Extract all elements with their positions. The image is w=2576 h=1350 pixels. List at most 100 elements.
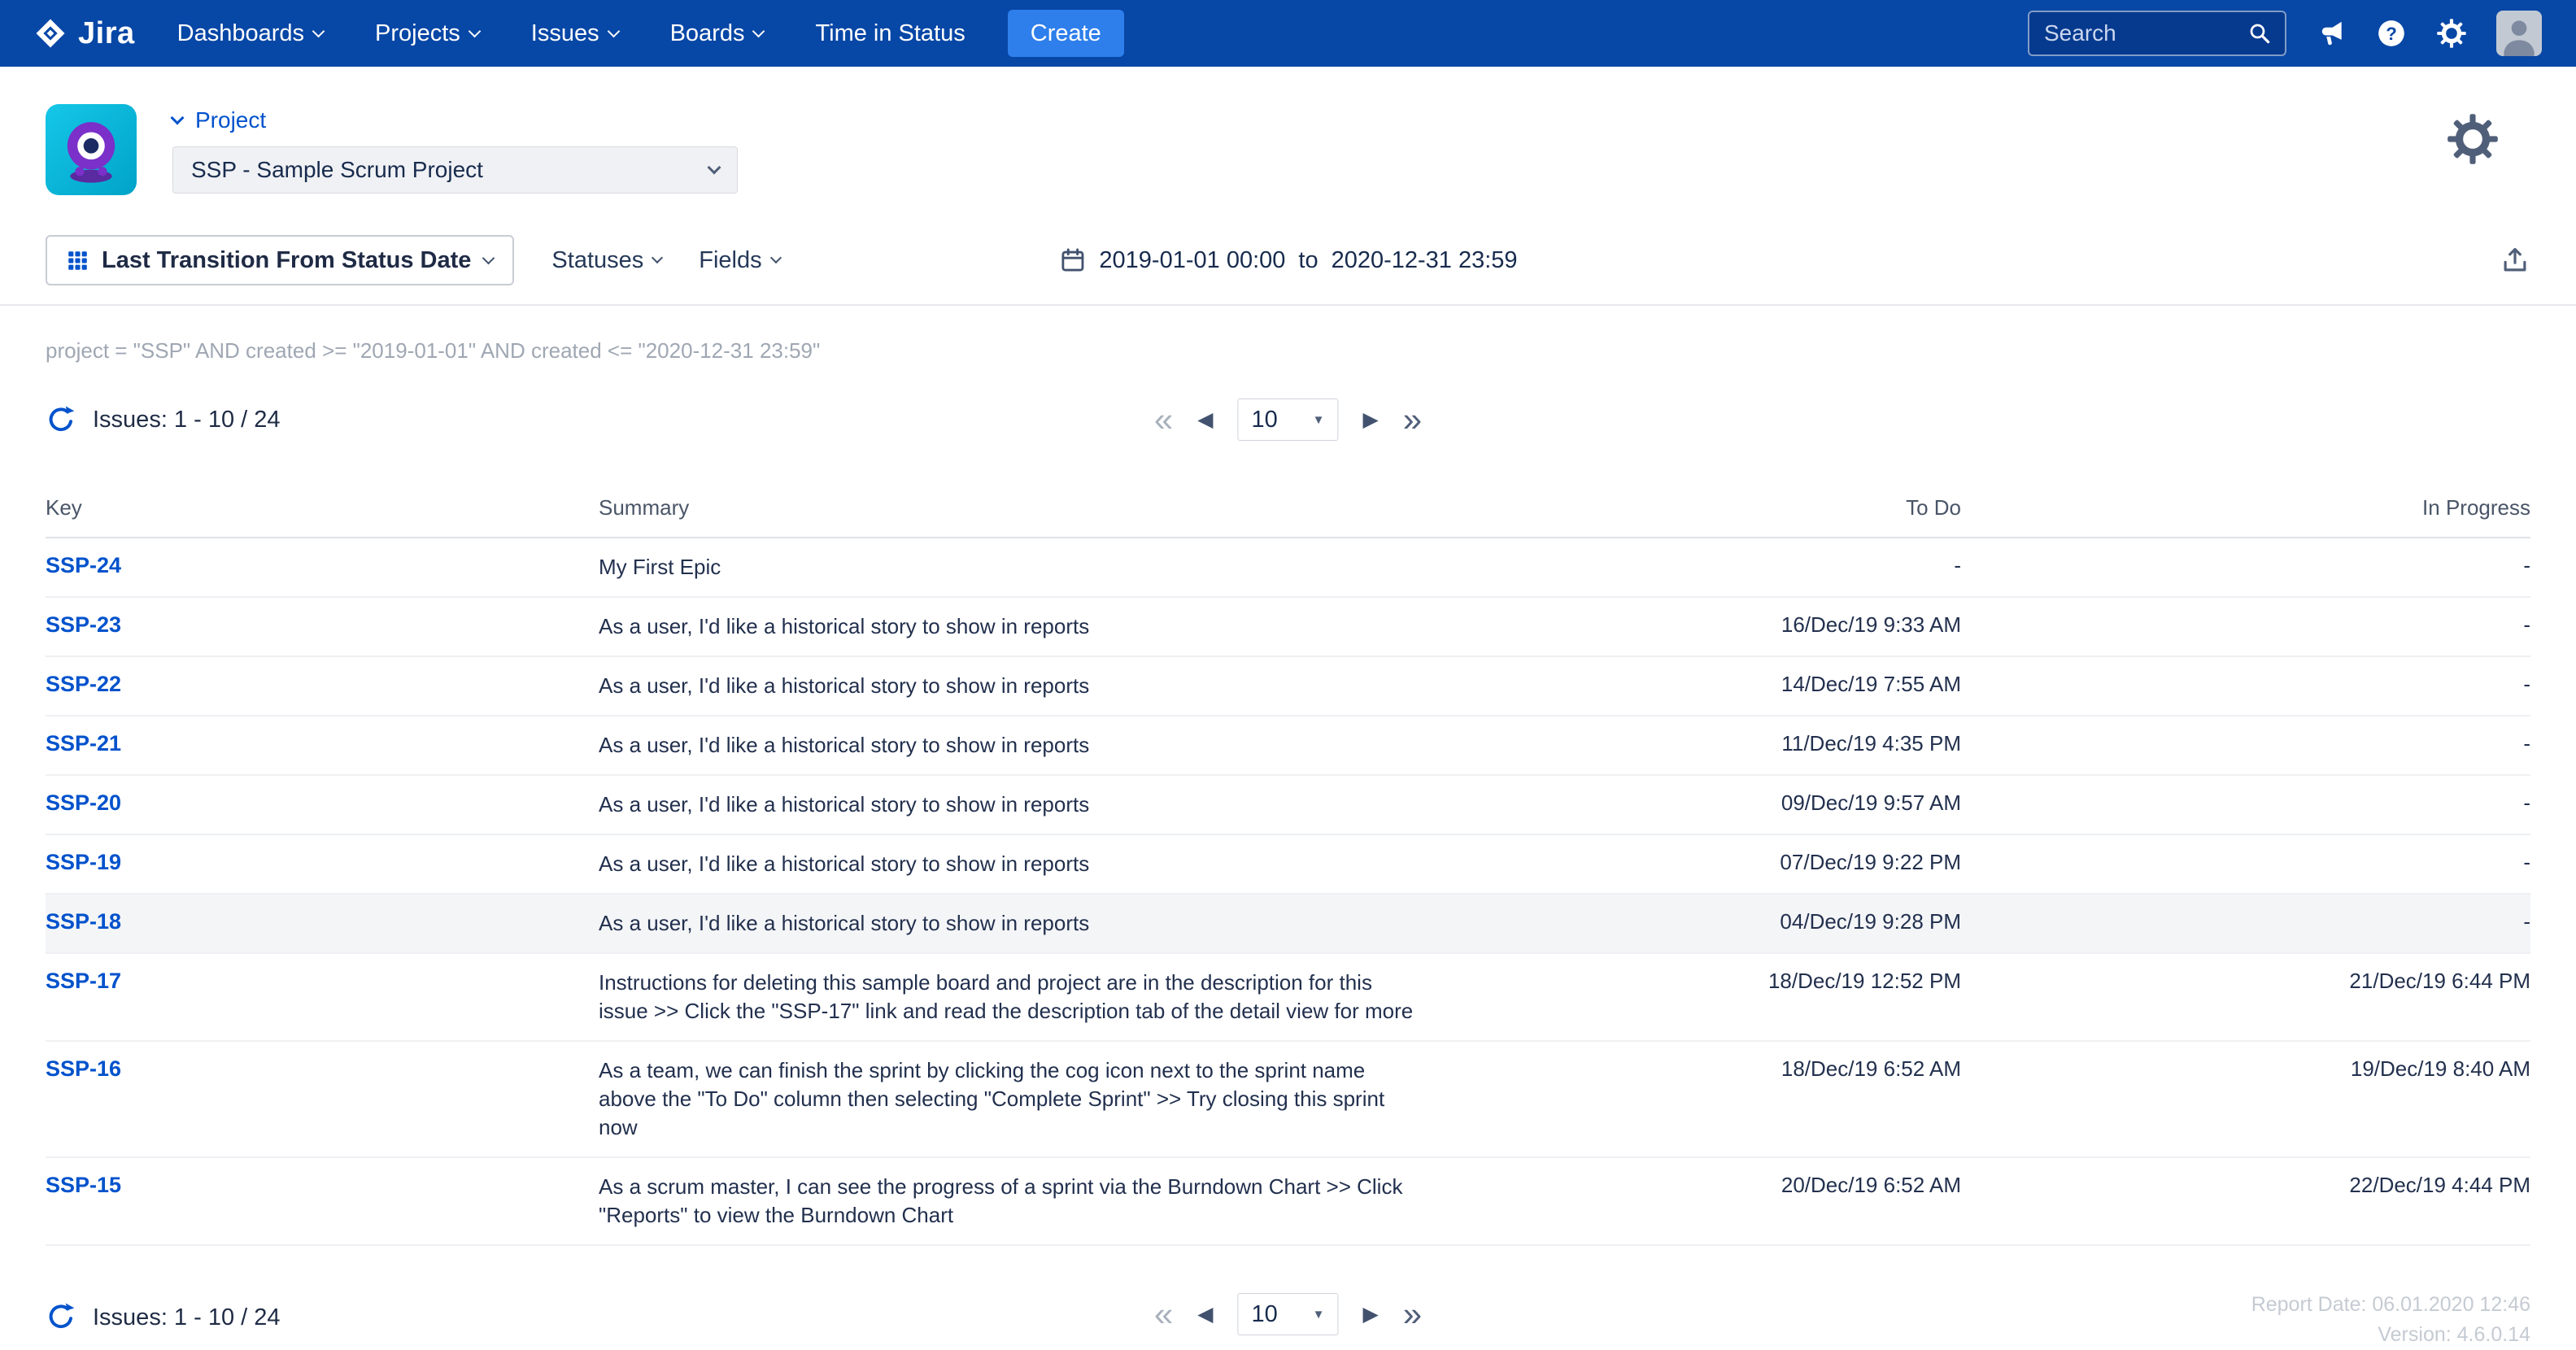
table-row: SSP-24My First Epic-- bbox=[46, 538, 2530, 597]
issues-bar-bottom: Issues: 1 - 10 / 24 « ◀ 10 ▼ ▶ » Report … bbox=[0, 1288, 2576, 1350]
issues-count-label: Issues: 1 - 10 / 24 bbox=[93, 1304, 281, 1331]
table-row: SSP-17 Instructions for deleting this sam… bbox=[46, 953, 2530, 1041]
search-input[interactable] bbox=[2042, 20, 2239, 47]
search-box[interactable] bbox=[2028, 11, 2286, 56]
filter-bar: Last Transition From Status Date Statuse… bbox=[0, 234, 2576, 286]
statuses-label: Statuses bbox=[551, 247, 643, 274]
project-select-value: SSP - Sample Scrum Project bbox=[191, 157, 483, 183]
jira-logo[interactable]: Jira bbox=[34, 16, 135, 51]
key-cell: SSP-15 bbox=[46, 1157, 599, 1245]
column-header-todo[interactable]: To Do bbox=[1457, 482, 1961, 538]
issue-key-link[interactable]: SSP-22 bbox=[46, 672, 121, 696]
column-header-inprogress[interactable]: In Progress bbox=[1961, 482, 2530, 538]
table-row: SSP-15As a scrum master, I can see the p… bbox=[46, 1157, 2530, 1245]
issue-key-link[interactable]: SSP-23 bbox=[46, 612, 121, 637]
navbar-right: ? bbox=[2028, 11, 2542, 56]
todo-date-cell: 04/Dec/19 9:28 PM bbox=[1457, 894, 1961, 953]
issue-key-link[interactable]: SSP-18 bbox=[46, 909, 121, 934]
settings-gear-icon[interactable] bbox=[2436, 18, 2467, 49]
todo-date-cell: 16/Dec/19 9:33 AM bbox=[1457, 597, 1961, 656]
chevron-down-icon bbox=[652, 252, 663, 263]
issue-key-link[interactable]: SSP-19 bbox=[46, 850, 121, 874]
grid-icon bbox=[67, 250, 89, 272]
help-icon[interactable]: ? bbox=[2376, 18, 2407, 49]
fields-dropdown[interactable]: Fields bbox=[699, 247, 779, 274]
issue-key-link[interactable]: SSP-15 bbox=[46, 1173, 121, 1197]
prev-page-button[interactable]: ◀ bbox=[1197, 410, 1213, 430]
summary-cell: As a team, we can finish the sprint by c… bbox=[599, 1041, 1457, 1157]
last-page-button[interactable]: » bbox=[1403, 1297, 1422, 1331]
first-page-button[interactable]: « bbox=[1154, 403, 1173, 437]
next-page-button[interactable]: ▶ bbox=[1363, 1304, 1379, 1325]
pagination: « ◀ 10 ▼ ▶ » bbox=[1154, 1293, 1422, 1335]
last-page-button[interactable]: » bbox=[1403, 403, 1422, 437]
column-header-key[interactable]: Key bbox=[46, 482, 599, 538]
export-icon[interactable] bbox=[2500, 245, 2530, 276]
table-header-row: Key Summary To Do In Progress bbox=[46, 482, 2530, 538]
summary-cell: As a user, I'd like a historical story t… bbox=[599, 716, 1457, 775]
inprogress-date-cell: - bbox=[1961, 894, 2530, 953]
project-avatar bbox=[46, 104, 137, 195]
report-version: Version: 4.6.0.14 bbox=[2251, 1320, 2530, 1350]
nav-item-time-in-status[interactable]: Time in Status bbox=[815, 20, 965, 47]
issue-key-link[interactable]: SSP-17 bbox=[46, 969, 121, 993]
issues-table: Key Summary To Do In Progress SSP-24 My F… bbox=[46, 482, 2530, 1246]
user-avatar[interactable] bbox=[2496, 11, 2542, 56]
key-cell: SSP-24 bbox=[46, 538, 599, 597]
issue-summary: As a user, I'd like a historical story t… bbox=[599, 731, 1420, 760]
brand-name: Jira bbox=[78, 16, 135, 51]
caret-down-icon: ▼ bbox=[1313, 1308, 1325, 1322]
refresh-icon[interactable] bbox=[46, 404, 76, 435]
issue-key-link[interactable]: SSP-20 bbox=[46, 790, 121, 815]
announcement-icon[interactable] bbox=[2316, 18, 2347, 49]
table-row: SSP-16 As a team, we can finish the sprin… bbox=[46, 1041, 2530, 1157]
refresh-icon[interactable] bbox=[46, 1301, 76, 1332]
inprogress-date-cell: - bbox=[1961, 656, 2530, 716]
key-cell: SSP-23 bbox=[46, 597, 599, 656]
issues-table-body: SSP-24My First Epic--SSP-23As a user, I'… bbox=[46, 538, 2530, 1245]
nav-item-issues[interactable]: Issues bbox=[531, 20, 618, 47]
issue-summary: As a user, I'd like a historical story t… bbox=[599, 790, 1420, 819]
nav-item-label: Time in Status bbox=[815, 20, 965, 47]
issue-summary: As a user, I'd like a historical story t… bbox=[599, 672, 1420, 700]
prev-page-button[interactable]: ◀ bbox=[1197, 1304, 1213, 1325]
todo-date-cell: 14/Dec/19 7:55 AM bbox=[1457, 656, 1961, 716]
nav-item-projects[interactable]: Projects bbox=[375, 20, 479, 47]
nav-item-boards[interactable]: Boards bbox=[670, 20, 764, 47]
inprogress-date-cell: - bbox=[1961, 775, 2530, 834]
page-size-select[interactable]: 10 ▼ bbox=[1238, 398, 1339, 441]
project-section-toggle[interactable]: Project bbox=[172, 107, 738, 133]
issues-count-label: Issues: 1 - 10 / 24 bbox=[93, 407, 281, 433]
issue-key-link[interactable]: SSP-16 bbox=[46, 1056, 121, 1081]
issue-summary: As a user, I'd like a historical story t… bbox=[599, 909, 1420, 938]
date-to: 2020-12-31 23:59 bbox=[1332, 247, 1518, 274]
report-settings-gear-icon[interactable] bbox=[2446, 112, 2500, 170]
summary-cell: As a user, I'd like a historical story t… bbox=[599, 894, 1457, 953]
date-from: 2019-01-01 00:00 bbox=[1099, 247, 1285, 274]
todo-date-cell: 18/Dec/19 6:52 AM bbox=[1457, 1041, 1961, 1157]
page-size-value: 10 bbox=[1252, 1301, 1278, 1328]
nav-item-dashboards[interactable]: Dashboards bbox=[177, 20, 323, 47]
first-page-button[interactable]: « bbox=[1154, 1297, 1173, 1331]
project-select[interactable]: SSP - Sample Scrum Project bbox=[172, 146, 738, 194]
chevron-down-icon bbox=[752, 24, 765, 37]
date-range[interactable]: 2019-01-01 00:00 to 2020-12-31 23:59 bbox=[1058, 246, 1517, 274]
summary-cell: Instructions for deleting this sample bo… bbox=[599, 953, 1457, 1041]
table-row: SSP-22 As a user, I'd like a historical s… bbox=[46, 656, 2530, 716]
issue-key-link[interactable]: SSP-21 bbox=[46, 731, 121, 756]
issue-summary: My First Epic bbox=[599, 553, 1420, 581]
report-date: Report Date: 06.01.2020 12:46 bbox=[2251, 1290, 2530, 1320]
inprogress-date-cell: - bbox=[1961, 597, 2530, 656]
pagination: « ◀ 10 ▼ ▶ » bbox=[1154, 398, 1422, 441]
next-page-button[interactable]: ▶ bbox=[1363, 410, 1379, 430]
page-size-select[interactable]: 10 ▼ bbox=[1238, 1293, 1339, 1335]
summary-cell: As a user, I'd like a historical story t… bbox=[599, 834, 1457, 894]
issue-summary: As a team, we can finish the sprint by c… bbox=[599, 1056, 1420, 1142]
statuses-dropdown[interactable]: Statuses bbox=[551, 247, 661, 274]
create-button[interactable]: Create bbox=[1008, 10, 1124, 57]
report-type-dropdown[interactable]: Last Transition From Status Date bbox=[46, 235, 514, 285]
column-header-summary[interactable]: Summary bbox=[599, 482, 1457, 538]
todo-date-cell: - bbox=[1457, 538, 1961, 597]
issue-key-link[interactable]: SSP-24 bbox=[46, 553, 121, 577]
issue-summary: Instructions for deleting this sample bo… bbox=[599, 969, 1420, 1026]
